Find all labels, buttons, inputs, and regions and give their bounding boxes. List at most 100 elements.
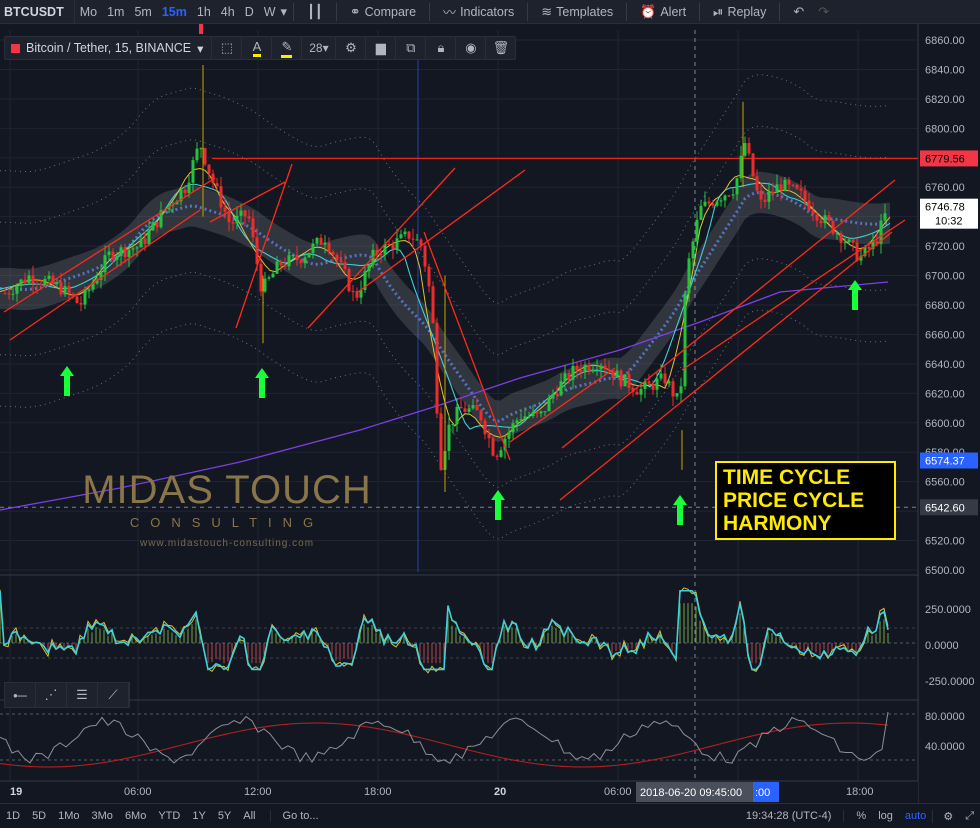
annotation-line-2: PRICE CYCLE [723, 489, 865, 512]
candle-body [463, 408, 467, 412]
divider [779, 2, 781, 21]
clone-button[interactable]: ⧉ [395, 37, 425, 59]
series-color-swatch [11, 43, 20, 53]
trendline-tool[interactable]: ⟋ [98, 683, 129, 707]
delete-button[interactable]: 🗑︎ [485, 37, 515, 59]
candle-body [639, 388, 643, 395]
rsi-tick-label: 80.0000 [925, 711, 965, 723]
interval-15m[interactable]: 15m [157, 5, 192, 19]
trash-icon: 🗑︎ [492, 40, 510, 55]
candle-body [475, 405, 479, 411]
candle-body [623, 374, 627, 387]
candle-body [231, 222, 235, 224]
candle-body [719, 200, 723, 202]
text-color-button[interactable]: A [241, 37, 271, 59]
lock-button[interactable]: 🔒︎ [425, 37, 455, 59]
rsi-tick-label: 40.0000 [925, 741, 965, 753]
line-color-button[interactable]: ✎ [271, 37, 301, 59]
range-5d[interactable]: 5D [26, 810, 52, 822]
fib-tool[interactable]: ☰ [67, 683, 98, 707]
price-chart[interactable]: 6860.006840.006820.006800.006780.006760.… [0, 24, 980, 828]
candle-body [155, 222, 159, 228]
bottom-toolbar: 1D 5D 1Mo 3Mo 6Mo YTD 1Y 5Y All Go to...… [0, 803, 980, 828]
clock: 19:34:28 (UTC-4) [745, 810, 832, 822]
indicators-button[interactable]: 〰 Indicators [436, 2, 521, 21]
candle-body [251, 218, 255, 238]
candle-body [851, 239, 855, 243]
crosshair-tail-tag: :00 [755, 787, 770, 799]
candle-body [775, 184, 779, 194]
range-1y[interactable]: 1Y [186, 810, 211, 822]
auto-toggle[interactable]: auto [899, 810, 932, 822]
time-tick-label: 12:00 [244, 786, 272, 798]
interval-1h[interactable]: 1h [192, 5, 216, 19]
visibility-button[interactable]: ◉ [455, 37, 485, 59]
time-tick-label: 19 [10, 786, 22, 798]
fullscreen-button[interactable]: ⤢ [959, 810, 980, 823]
compare-label: Compare [364, 4, 417, 19]
redo-button[interactable]: ↷ [811, 4, 836, 20]
range-6mo[interactable]: 6Mo [119, 810, 152, 822]
pitchfork-tool[interactable]: ⋰ [36, 683, 67, 707]
candle-body [307, 252, 311, 258]
percent-toggle[interactable]: % [843, 810, 872, 822]
candle-body [215, 183, 219, 187]
replay-button[interactable]: ⏯ Replay [706, 4, 773, 20]
interval-4h[interactable]: 4h [216, 5, 240, 19]
candle-body [399, 234, 403, 239]
cycle-annotation[interactable]: TIME CYCLE PRICE CYCLE HARMONY [715, 461, 896, 540]
candle-body [527, 416, 531, 418]
candle-body [535, 412, 539, 414]
text-a-icon: A [252, 39, 262, 57]
candle-body [323, 242, 327, 245]
selection-tool-button[interactable]: ⬚ [211, 37, 241, 59]
templates-button[interactable]: ≋ Templates [534, 4, 620, 20]
undo-button[interactable]: ↶ [786, 4, 811, 20]
goto-button[interactable]: Go to... [269, 810, 325, 822]
alarm-clock-icon: ⏰ [640, 3, 657, 19]
chevron-down-icon[interactable]: ▾ [281, 4, 288, 20]
range-all[interactable]: All [237, 810, 261, 822]
symbol-search[interactable]: BTCUSDT [0, 0, 75, 23]
candle-body [771, 191, 775, 194]
range-1mo[interactable]: 1Mo [52, 810, 85, 822]
range-3mo[interactable]: 3Mo [86, 810, 119, 822]
alert-button[interactable]: ⏰ Alert [633, 4, 693, 20]
price-tick-label: 6640.00 [925, 359, 965, 371]
compare-button[interactable]: ⚭ Compare [343, 4, 423, 20]
range-5y[interactable]: 5Y [212, 810, 237, 822]
alert-label: Alert [660, 4, 687, 19]
interval-w[interactable]: W [259, 5, 281, 19]
candle-body [355, 291, 359, 298]
interval-d[interactable]: D [240, 5, 259, 19]
horizontal-ray-tool[interactable]: •─ [5, 683, 36, 707]
interval-mo[interactable]: Mo [75, 5, 102, 19]
background-button[interactable]: ▆ [365, 37, 395, 59]
range-ytd[interactable]: YTD [152, 810, 186, 822]
candle-body [255, 237, 259, 264]
candle-body [867, 246, 871, 249]
candle-body [843, 242, 847, 244]
interval-1m[interactable]: 1m [102, 5, 129, 19]
gear-icon: ⚙ [943, 810, 954, 823]
ray-icon: •─ [13, 687, 27, 703]
candle-body [767, 191, 771, 202]
interval-5m[interactable]: 5m [129, 5, 156, 19]
candle-body [471, 405, 475, 409]
candle-body [439, 413, 443, 470]
series-legend[interactable]: Bitcoin / Tether, 15, BINANCE ▾ [5, 41, 211, 56]
candle-body [295, 255, 299, 260]
candle-body [207, 164, 211, 174]
log-toggle[interactable]: log [872, 810, 899, 822]
top-marker [199, 24, 203, 34]
eye-icon: ◉ [465, 40, 477, 55]
candle-body [315, 237, 319, 244]
candle-body [3, 293, 7, 295]
candle-body [427, 266, 431, 287]
range-1d[interactable]: 1D [0, 810, 26, 822]
candle-body [563, 373, 567, 382]
chart-type-button[interactable]: ┃┃ [300, 4, 330, 20]
settings-button[interactable]: ⚙ [335, 37, 365, 59]
settings-button[interactable]: ⚙ [932, 809, 959, 823]
font-size-select[interactable]: 28 ▾ [301, 37, 335, 59]
